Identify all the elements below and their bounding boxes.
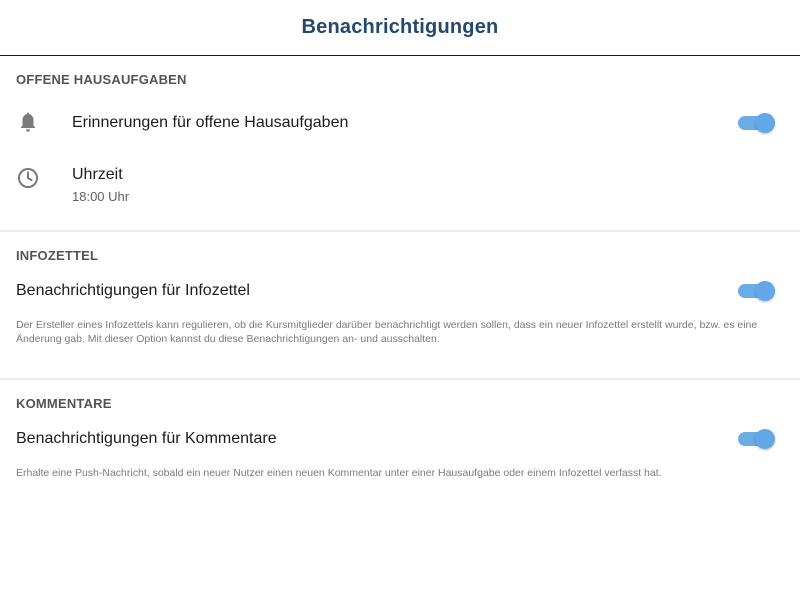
reminder-time-value: 18:00 Uhr (72, 189, 130, 204)
homework-reminder-row[interactable]: Erinnerungen für offene Hausaufgaben (0, 88, 800, 158)
comments-description: Erhalte eine Push-Nachricht, sobald ein … (16, 467, 662, 479)
comments-notifications-row[interactable]: Benachrichtigungen für Kommentare (0, 412, 800, 466)
infozettel-notifications-toggle[interactable] (738, 281, 775, 301)
bell-icon (16, 111, 40, 135)
toggle-knob (755, 281, 775, 301)
comments-notifications-toggle[interactable] (738, 429, 775, 449)
section-infozettel: INFOZETTEL Benachrichtigungen für Infoze… (0, 232, 800, 378)
infozettel-notifications-label: Benachrichtigungen für Infozettel (16, 282, 250, 299)
section-header-homework: OFFENE HAUSAUFGABEN (16, 72, 187, 87)
toggle-knob (755, 429, 775, 449)
toggle-knob (755, 113, 775, 133)
comments-notifications-label: Benachrichtigungen für Kommentare (16, 430, 277, 447)
homework-reminder-toggle[interactable] (738, 113, 775, 133)
page-title: Benachrichtigungen (301, 16, 499, 38)
clock-icon (16, 166, 40, 190)
top-bar: Benachrichtigungen (0, 0, 800, 56)
section-header-infozettel: INFOZETTEL (16, 248, 99, 263)
section-comments: KOMMENTARE Benachrichtigungen für Kommen… (0, 380, 800, 480)
reminder-time-label: Uhrzeit (72, 166, 123, 183)
section-header-comments: KOMMENTARE (16, 396, 112, 411)
section-homework: OFFENE HAUSAUFGABEN Erinnerungen für off… (0, 56, 800, 230)
reminder-time-row[interactable]: Uhrzeit 18:00 Uhr (0, 158, 800, 230)
infozettel-notifications-row[interactable]: Benachrichtigungen für Infozettel (0, 264, 800, 318)
homework-reminder-label: Erinnerungen für offene Hausaufgaben (72, 114, 349, 131)
infozettel-description: Der Ersteller eines Infozettels kann reg… (16, 319, 758, 345)
